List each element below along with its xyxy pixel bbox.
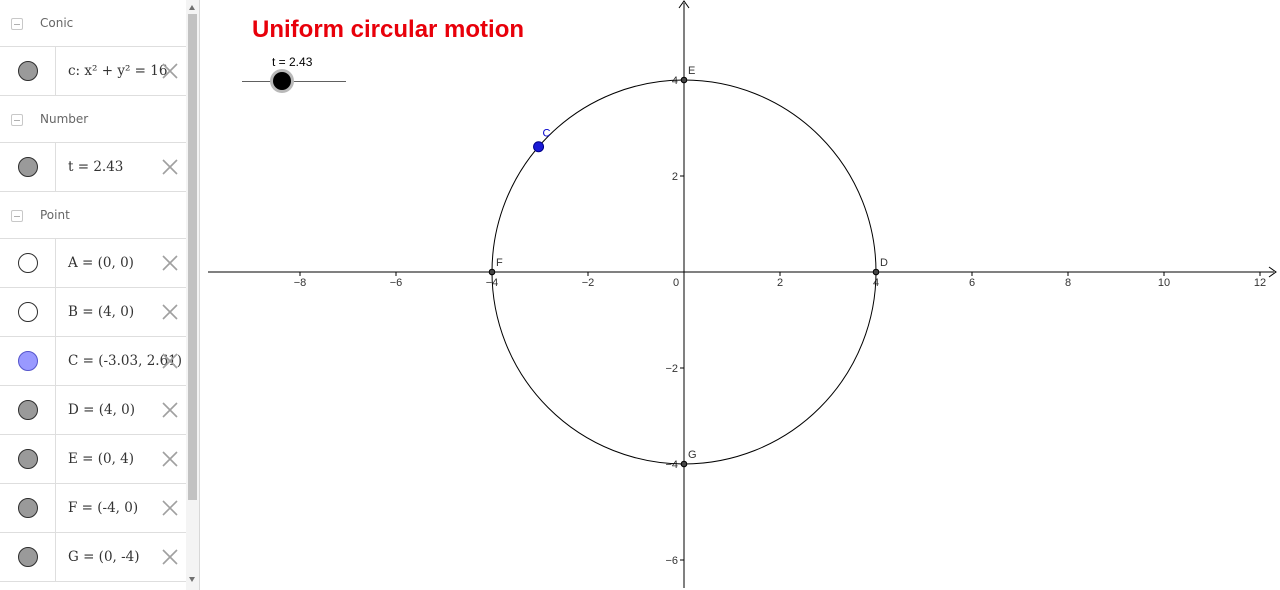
algebra-item[interactable]: t = 2.43 bbox=[0, 143, 186, 192]
close-icon[interactable] bbox=[160, 449, 180, 469]
close-icon[interactable] bbox=[160, 498, 180, 518]
visibility-toggle-icon[interactable] bbox=[18, 400, 38, 420]
marble-cell bbox=[0, 337, 56, 385]
x-tick-label: 12 bbox=[1254, 277, 1266, 289]
x-tick-label: 8 bbox=[1065, 277, 1071, 289]
close-icon[interactable] bbox=[160, 61, 180, 81]
algebra-view: Conic c: x² + y² = 16 Number t = 2.43 Point A… bbox=[0, 0, 200, 590]
y-tick-label: 2 bbox=[672, 171, 678, 183]
algebra-expression[interactable]: B = (4, 0) bbox=[68, 304, 134, 320]
algebra-item[interactable]: B = (4, 0) bbox=[0, 288, 186, 337]
marble-cell bbox=[0, 533, 56, 581]
visibility-toggle-icon[interactable] bbox=[18, 253, 38, 273]
group-title: Number bbox=[40, 112, 89, 126]
algebra-list: Conic c: x² + y² = 16 Number t = 2.43 Point A… bbox=[0, 0, 186, 582]
point-label: E bbox=[688, 65, 695, 77]
visibility-toggle-icon[interactable] bbox=[18, 302, 38, 322]
y-tick-label: −4 bbox=[665, 459, 678, 471]
graphics-view[interactable]: −8 −6 −4 −2 0 2 4 6 8 10 12 4 2 −2 −4 −6 E F D G C Uniform c… bbox=[200, 0, 1280, 590]
algebra-scrollbar[interactable] bbox=[186, 0, 199, 590]
x-tick-label: 6 bbox=[969, 277, 975, 289]
x-tick-label: 0 bbox=[673, 277, 679, 289]
point-label: G bbox=[688, 449, 697, 461]
scroll-down-arrow-icon[interactable] bbox=[189, 577, 195, 582]
y-tick-label: −6 bbox=[665, 555, 678, 567]
point-label: D bbox=[880, 257, 888, 269]
marble-cell bbox=[0, 47, 56, 95]
algebra-expression[interactable]: E = (0, 4) bbox=[68, 451, 134, 467]
algebra-expression[interactable]: G = (0, -4) bbox=[68, 549, 140, 565]
algebra-expression[interactable]: c: x² + y² = 16 bbox=[68, 63, 167, 79]
algebra-item[interactable]: C = (-3.03, 2.61) bbox=[0, 337, 186, 386]
group-title: Conic bbox=[40, 16, 74, 30]
close-icon[interactable] bbox=[160, 253, 180, 273]
collapse-icon[interactable] bbox=[11, 114, 23, 126]
close-icon[interactable] bbox=[160, 400, 180, 420]
x-tick-label: 10 bbox=[1158, 277, 1170, 289]
marble-cell bbox=[0, 288, 56, 336]
algebra-item[interactable]: G = (0, -4) bbox=[0, 533, 186, 582]
group-title: Point bbox=[40, 208, 70, 222]
close-icon[interactable] bbox=[160, 351, 180, 371]
point-d[interactable] bbox=[872, 268, 880, 276]
slider-knob[interactable] bbox=[273, 72, 292, 90]
x-tick-label: −8 bbox=[294, 277, 307, 289]
algebra-expression[interactable]: A = (0, 0) bbox=[68, 255, 134, 271]
slider-t[interactable]: t = 2.43 bbox=[242, 52, 346, 92]
algebra-item[interactable]: c: x² + y² = 16 bbox=[0, 47, 186, 96]
visibility-toggle-icon[interactable] bbox=[18, 61, 38, 81]
group-header-conic[interactable]: Conic bbox=[0, 0, 186, 47]
y-tick-label: 4 bbox=[672, 75, 678, 87]
close-icon[interactable] bbox=[160, 547, 180, 567]
algebra-item[interactable]: E = (0, 4) bbox=[0, 435, 186, 484]
collapse-icon[interactable] bbox=[11, 18, 23, 30]
point-label: C bbox=[543, 128, 551, 140]
point-label: F bbox=[496, 257, 503, 269]
slider-track[interactable] bbox=[242, 81, 346, 82]
point-e[interactable] bbox=[680, 76, 688, 84]
x-tick-label: −6 bbox=[390, 277, 403, 289]
point-f[interactable] bbox=[488, 268, 496, 276]
scrollbar-thumb[interactable] bbox=[188, 14, 197, 500]
algebra-item[interactable]: D = (4, 0) bbox=[0, 386, 186, 435]
visibility-toggle-icon[interactable] bbox=[18, 449, 38, 469]
x-tick-label: −2 bbox=[582, 277, 595, 289]
group-header-point[interactable]: Point bbox=[0, 192, 186, 239]
marble-cell bbox=[0, 143, 56, 191]
close-icon[interactable] bbox=[160, 302, 180, 322]
marble-cell bbox=[0, 386, 56, 434]
graphics-canvas[interactable]: −8 −6 −4 −2 0 2 4 6 8 10 1242−2−4−6EF DGC bbox=[200, 0, 1280, 590]
graphics-title: Uniform circular motion bbox=[252, 16, 525, 43]
marble-cell bbox=[0, 484, 56, 532]
visibility-toggle-icon[interactable] bbox=[18, 157, 38, 177]
group-header-number[interactable]: Number bbox=[0, 96, 186, 143]
visibility-toggle-icon[interactable] bbox=[18, 547, 38, 567]
algebra-item[interactable]: A = (0, 0) bbox=[0, 239, 186, 288]
y-tick-label: −2 bbox=[665, 363, 678, 375]
close-icon[interactable] bbox=[160, 157, 180, 177]
algebra-item[interactable]: F = (-4, 0) bbox=[0, 484, 186, 533]
visibility-toggle-icon[interactable] bbox=[18, 351, 38, 371]
slider-label: t = 2.43 bbox=[272, 55, 313, 69]
marble-cell bbox=[0, 435, 56, 483]
visibility-toggle-icon[interactable] bbox=[18, 498, 38, 518]
point-c[interactable] bbox=[533, 141, 545, 153]
x-tick-label: 2 bbox=[777, 277, 783, 289]
scroll-up-arrow-icon[interactable] bbox=[189, 5, 195, 10]
algebra-expression[interactable]: D = (4, 0) bbox=[68, 402, 135, 418]
marble-cell bbox=[0, 239, 56, 287]
collapse-icon[interactable] bbox=[11, 210, 23, 222]
algebra-expression[interactable]: t = 2.43 bbox=[68, 159, 123, 175]
algebra-expression[interactable]: F = (-4, 0) bbox=[68, 500, 138, 516]
point-g[interactable] bbox=[680, 460, 688, 468]
